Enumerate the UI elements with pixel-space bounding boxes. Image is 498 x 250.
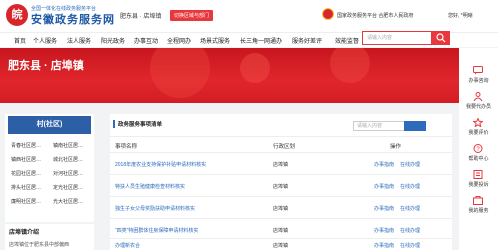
guide-link[interactable]: 办事指南 <box>374 183 394 190</box>
banner-decoration <box>240 53 270 83</box>
column-header-region: 行政区划 <box>273 144 296 150</box>
service-list-panel: 政务服务事项清单 请输入内容 事项名称 行政区划 操作 2018年度农业支持保护… <box>110 114 452 250</box>
service-icon <box>473 196 483 205</box>
current-region: 肥东县 · 店埠镇 <box>120 14 162 20</box>
guide-link[interactable]: 办事指南 <box>374 205 394 212</box>
column-header-action: 操作 <box>390 144 402 150</box>
town-intro-panel: 店埠镇介绍 店埠镇位于肥东县中部偏西 <box>5 224 94 250</box>
village-panel: 村(社区) 青春社区居… 镇南社区居… 镇西社区居… 城北社区居… 花园社区居…… <box>5 114 94 222</box>
village-item[interactable]: 花园社区居… <box>11 170 41 177</box>
divider <box>110 238 452 239</box>
table-row-name[interactable]: 2018年度农业支持保护补贴申请材料核实 <box>115 161 206 168</box>
sidebar-item-my-service[interactable]: 我的服务 <box>459 194 498 216</box>
nav-item-yangtze[interactable]: 长三角一网通办 <box>240 36 282 45</box>
village-item[interactable]: 城北社区居… <box>53 156 83 163</box>
village-item[interactable]: 青春社区居… <box>11 142 41 149</box>
nav-item-supervision[interactable]: 效能监督 <box>335 36 359 45</box>
table-row-name[interactable]: “四类”特困群体住房保障申请材料核实 <box>115 227 198 234</box>
nav-item-scenario[interactable]: 场景式服务 <box>200 36 230 45</box>
nav-item-online[interactable]: 全程网办 <box>167 36 191 45</box>
village-item[interactable]: 光大社区居… <box>53 198 83 205</box>
hero-banner: 肥东县 · 店埠镇 <box>0 48 498 103</box>
village-item[interactable]: 廉明社区居… <box>11 198 41 205</box>
service-search-button[interactable] <box>404 121 426 131</box>
chat-icon <box>473 66 483 75</box>
help-icon: ? <box>473 144 483 153</box>
nav-item-review[interactable]: 服务好差评 <box>292 36 322 45</box>
search-icon <box>436 33 446 43</box>
search-input[interactable]: 请输入内容 <box>362 31 432 45</box>
nav-item-corporate[interactable]: 法人服务 <box>67 36 91 45</box>
village-item[interactable]: 定光社区居… <box>53 184 83 191</box>
complaint-icon <box>473 170 483 179</box>
banner-decoration <box>150 48 210 98</box>
sidebar-item-rate[interactable]: 我要评价 <box>459 116 498 138</box>
online-apply-link[interactable]: 在线办理 <box>400 161 420 168</box>
gov-platform-link[interactable]: 国家政务服务平台 合肥市人民政府 <box>337 12 413 19</box>
divider <box>110 136 452 137</box>
village-item[interactable]: 排头社区居… <box>11 184 41 191</box>
table-row-region: 店埠镇 <box>273 184 289 190</box>
search-button[interactable] <box>432 31 450 45</box>
person-icon <box>473 92 483 101</box>
right-sidebar: 办事咨询 我要代办员 我要评价 ? 帮助中心 我要投诉 我的服务 <box>459 48 498 250</box>
sidebar-item-consult[interactable]: 办事咨询 <box>459 64 498 86</box>
nav-item-open-gov[interactable]: 阳光政务 <box>101 36 125 45</box>
guide-link[interactable]: 办事指南 <box>374 161 394 168</box>
divider <box>110 174 452 175</box>
intro-title: 店埠镇介绍 <box>9 230 40 236</box>
star-icon <box>473 118 483 127</box>
table-row-region: 店埠镇 <box>273 162 289 168</box>
sidebar-item-complain[interactable]: 我要投诉 <box>459 168 498 190</box>
page-title: 肥东县 · 店埠镇 <box>8 60 84 72</box>
online-apply-link[interactable]: 在线办理 <box>400 227 420 234</box>
nav-item-home[interactable]: 首页 <box>14 36 26 45</box>
service-list-title: 政务服务事项清单 <box>113 120 162 128</box>
banner-decoration <box>330 48 370 83</box>
village-item[interactable]: 镇西社区居… <box>11 156 41 163</box>
user-greeting[interactable]: 您好, *明晰 <box>448 12 473 19</box>
village-item[interactable]: 对河社区居… <box>53 170 83 177</box>
guide-link[interactable]: 办事指南 <box>374 227 394 234</box>
guide-link[interactable]: 办事指南 <box>374 242 394 249</box>
table-row-name[interactable]: 独生子女父母奖励扶助申请材料核实 <box>115 205 195 212</box>
table-row-region: 店埠镇 <box>273 206 289 212</box>
table-row-region: 店埠镇 <box>273 243 289 249</box>
sidebar-item-help[interactable]: ? 帮助中心 <box>459 142 498 164</box>
sidebar-item-agent[interactable]: 我要代办员 <box>459 90 498 112</box>
table-row-region: 店埠镇 <box>273 228 289 234</box>
table-row-name[interactable]: 办理新农合 <box>115 242 140 249</box>
top-header: 皖 全国一体化在线政务服务平台 安徽政务服务网 肥东县 · 店埠镇 切换区域与部… <box>0 0 498 32</box>
service-search-input[interactable]: 请输入内容 <box>353 121 405 131</box>
divider <box>110 152 452 153</box>
site-name[interactable]: 安徽政务服务网 <box>31 11 115 27</box>
table-row-name[interactable]: 特扶人员生殖健康检查材料核实 <box>115 183 185 190</box>
online-apply-link[interactable]: 在线办理 <box>400 205 420 212</box>
national-emblem-icon <box>322 8 334 20</box>
online-apply-link[interactable]: 在线办理 <box>400 183 420 190</box>
online-apply-link[interactable]: 在线办理 <box>400 242 420 249</box>
nav-item-interaction[interactable]: 办事互动 <box>134 36 158 45</box>
divider <box>110 218 452 219</box>
divider <box>110 196 452 197</box>
village-heading: 村(社区) <box>8 116 91 134</box>
column-header-name: 事项名称 <box>115 144 138 150</box>
intro-text: 店埠镇位于肥东县中部偏西 <box>9 242 70 248</box>
nav-item-personal[interactable]: 个人服务 <box>33 36 57 45</box>
switch-region-button[interactable]: 切换区域与部门 <box>170 10 214 21</box>
site-logo[interactable]: 皖 <box>6 4 28 26</box>
village-item[interactable]: 镇南社区居… <box>53 142 83 149</box>
